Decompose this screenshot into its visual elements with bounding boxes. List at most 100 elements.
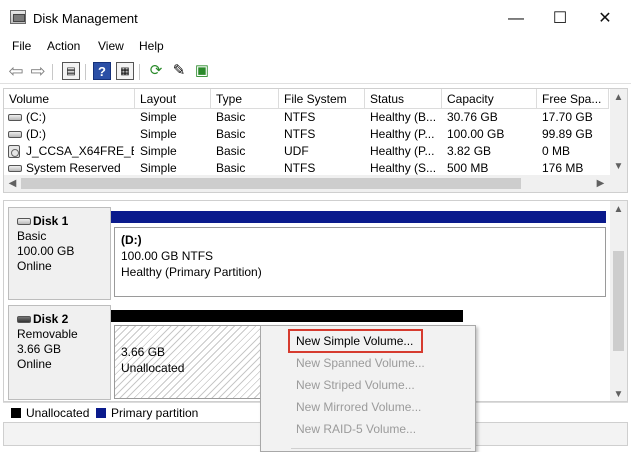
menu-help[interactable]: Help xyxy=(139,39,164,53)
cell-file-system: NTFS xyxy=(284,110,316,124)
cell-free-space: 99.89 GB xyxy=(542,127,593,141)
settings-icon[interactable]: ▣ xyxy=(193,62,211,80)
disk-1-size: 100.00 GB xyxy=(17,244,75,258)
cell-status: Healthy (P... xyxy=(370,127,435,141)
menu-item-new-spanned-volume[interactable]: New Spanned Volume... xyxy=(296,353,425,373)
disk-management-app-icon xyxy=(10,10,26,24)
toolbar: ⇦ ⇨ ▤ ? ▦ ⟳ ✎ ▣ xyxy=(0,58,631,84)
vertical-scroll-thumb[interactable] xyxy=(613,251,624,351)
disk-2-partition-bar xyxy=(111,310,463,322)
toolbar-separator xyxy=(52,64,53,80)
column-free-space[interactable]: Free Spa... xyxy=(537,89,609,109)
cd-drive-icon xyxy=(8,145,20,158)
menu-separator xyxy=(291,448,471,449)
disk-2-size: 3.66 GB xyxy=(17,342,62,356)
volume-list-horizontal-scrollbar[interactable]: ◀ ▶ xyxy=(4,175,627,192)
graphical-view-vertical-scrollbar[interactable]: ▲ ▼ xyxy=(610,201,627,401)
disk-1-partition-bar xyxy=(111,211,606,223)
drive-icon xyxy=(8,131,22,138)
partition-drive-letter: (D:) xyxy=(121,233,142,247)
cell-type: Basic xyxy=(216,110,246,124)
column-capacity[interactable]: Capacity xyxy=(442,89,537,109)
legend-primary-label: Primary partition xyxy=(111,406,199,420)
cell-file-system: UDF xyxy=(284,144,309,158)
disk-2-info-panel[interactable]: Disk 2 Removable 3.66 GB Online xyxy=(8,305,111,400)
disk-1-type: Basic xyxy=(17,229,47,243)
menu-item-new-striped-volume[interactable]: New Striped Volume... xyxy=(296,375,415,395)
scroll-right-arrow-icon[interactable]: ▶ xyxy=(592,175,609,192)
scroll-down-arrow-icon[interactable]: ▼ xyxy=(610,158,627,175)
disk-1-partition-d[interactable]: (D:) 100.00 GB NTFS Healthy (Primary Par… xyxy=(114,227,606,297)
cell-type: Basic xyxy=(216,144,246,158)
context-menu: New Simple Volume... New Spanned Volume.… xyxy=(260,325,476,452)
partition-size-fs: 100.00 GB NTFS xyxy=(121,249,214,263)
table-row[interactable]: J_CCSA_X64FRE_E... Simple Basic UDF Heal… xyxy=(4,143,609,160)
legend-unallocated-swatch xyxy=(11,408,21,418)
disk-1-info-panel[interactable]: Disk 1 Basic 100.00 GB Online xyxy=(8,207,111,300)
maximize-button[interactable]: ☐ xyxy=(538,6,582,32)
menu-file[interactable]: File xyxy=(12,39,31,53)
toolbar-separator xyxy=(85,64,86,80)
drive-icon xyxy=(8,165,22,172)
forward-arrow-icon[interactable]: ⇨ xyxy=(29,62,47,80)
volume-list-vertical-scrollbar[interactable]: ▲ ▼ xyxy=(610,89,627,175)
legend-unallocated-label: Unallocated xyxy=(26,406,90,420)
column-status[interactable]: Status xyxy=(365,89,442,109)
scroll-down-arrow-icon[interactable]: ▼ xyxy=(610,386,627,401)
menu-item-new-raid5-volume[interactable]: New RAID-5 Volume... xyxy=(296,419,416,439)
cell-layout: Simple xyxy=(140,127,177,141)
menu-item-new-mirrored-volume[interactable]: New Mirrored Volume... xyxy=(296,397,421,417)
refresh-icon[interactable]: ⟳ xyxy=(147,62,165,80)
cell-capacity: 100.00 GB xyxy=(447,127,505,141)
cell-layout: Simple xyxy=(140,110,177,124)
disk-1-state: Online xyxy=(17,259,52,273)
cell-volume: (C:) xyxy=(26,110,46,124)
cell-status: Healthy (P... xyxy=(370,144,435,158)
column-layout[interactable]: Layout xyxy=(135,89,211,109)
drive-icon xyxy=(8,114,22,121)
volume-list-header: Volume Layout Type File System Status Ca… xyxy=(4,89,609,109)
disk-1-label: Disk 1 xyxy=(33,214,69,228)
export-icon[interactable]: ✎ xyxy=(170,62,188,80)
removable-disk-icon xyxy=(17,316,31,323)
column-volume[interactable]: Volume xyxy=(4,89,135,109)
partition-status: Healthy (Primary Partition) xyxy=(121,265,262,279)
cell-file-system: NTFS xyxy=(284,127,316,141)
cell-volume: (D:) xyxy=(26,127,46,141)
menu-view[interactable]: View xyxy=(98,39,124,53)
minimize-button[interactable]: — xyxy=(494,6,538,32)
hard-disk-icon xyxy=(17,218,31,225)
volume-list[interactable]: Volume Layout Type File System Status Ca… xyxy=(3,88,628,193)
scroll-up-arrow-icon[interactable]: ▲ xyxy=(610,201,627,218)
disk-2-name: Disk 2 xyxy=(17,312,110,327)
window-title: Disk Management xyxy=(33,11,138,26)
back-arrow-icon[interactable]: ⇦ xyxy=(7,62,25,80)
console-tree-icon[interactable]: ▤ xyxy=(62,62,80,80)
menu-action[interactable]: Action xyxy=(47,39,80,53)
scroll-up-arrow-icon[interactable]: ▲ xyxy=(610,89,627,106)
close-button[interactable]: ✕ xyxy=(583,6,627,32)
cell-free-space: 17.70 GB xyxy=(542,110,593,124)
disk-1-name: Disk 1 xyxy=(17,214,110,229)
disk-2-type: Removable xyxy=(17,327,78,341)
menu-item-new-simple-volume[interactable]: New Simple Volume... xyxy=(296,331,413,351)
column-type[interactable]: Type xyxy=(211,89,279,109)
toolbar-separator xyxy=(139,64,140,80)
disk-2-state: Online xyxy=(17,357,52,371)
column-file-system[interactable]: File System xyxy=(279,89,365,109)
cell-layout: Simple xyxy=(140,144,177,158)
menu-bar: File Action View Help xyxy=(0,36,631,56)
cell-status: Healthy (B... xyxy=(370,110,437,124)
cell-type: Basic xyxy=(216,127,246,141)
disk-2-label: Disk 2 xyxy=(33,312,69,326)
horizontal-scroll-thumb[interactable] xyxy=(21,178,521,189)
table-row[interactable]: (D:) Simple Basic NTFS Healthy (P... 100… xyxy=(4,126,609,143)
help-icon[interactable]: ? xyxy=(93,62,111,80)
properties-icon[interactable]: ▦ xyxy=(116,62,134,80)
scroll-left-arrow-icon[interactable]: ◀ xyxy=(4,175,21,192)
cell-capacity: 30.76 GB xyxy=(447,110,498,124)
cell-volume: J_CCSA_X64FRE_E... xyxy=(26,144,134,158)
table-row[interactable]: (C:) Simple Basic NTFS Healthy (B... 30.… xyxy=(4,109,609,126)
cell-free-space: 0 MB xyxy=(542,144,571,158)
title-bar: Disk Management — ☐ ✕ xyxy=(0,0,631,36)
